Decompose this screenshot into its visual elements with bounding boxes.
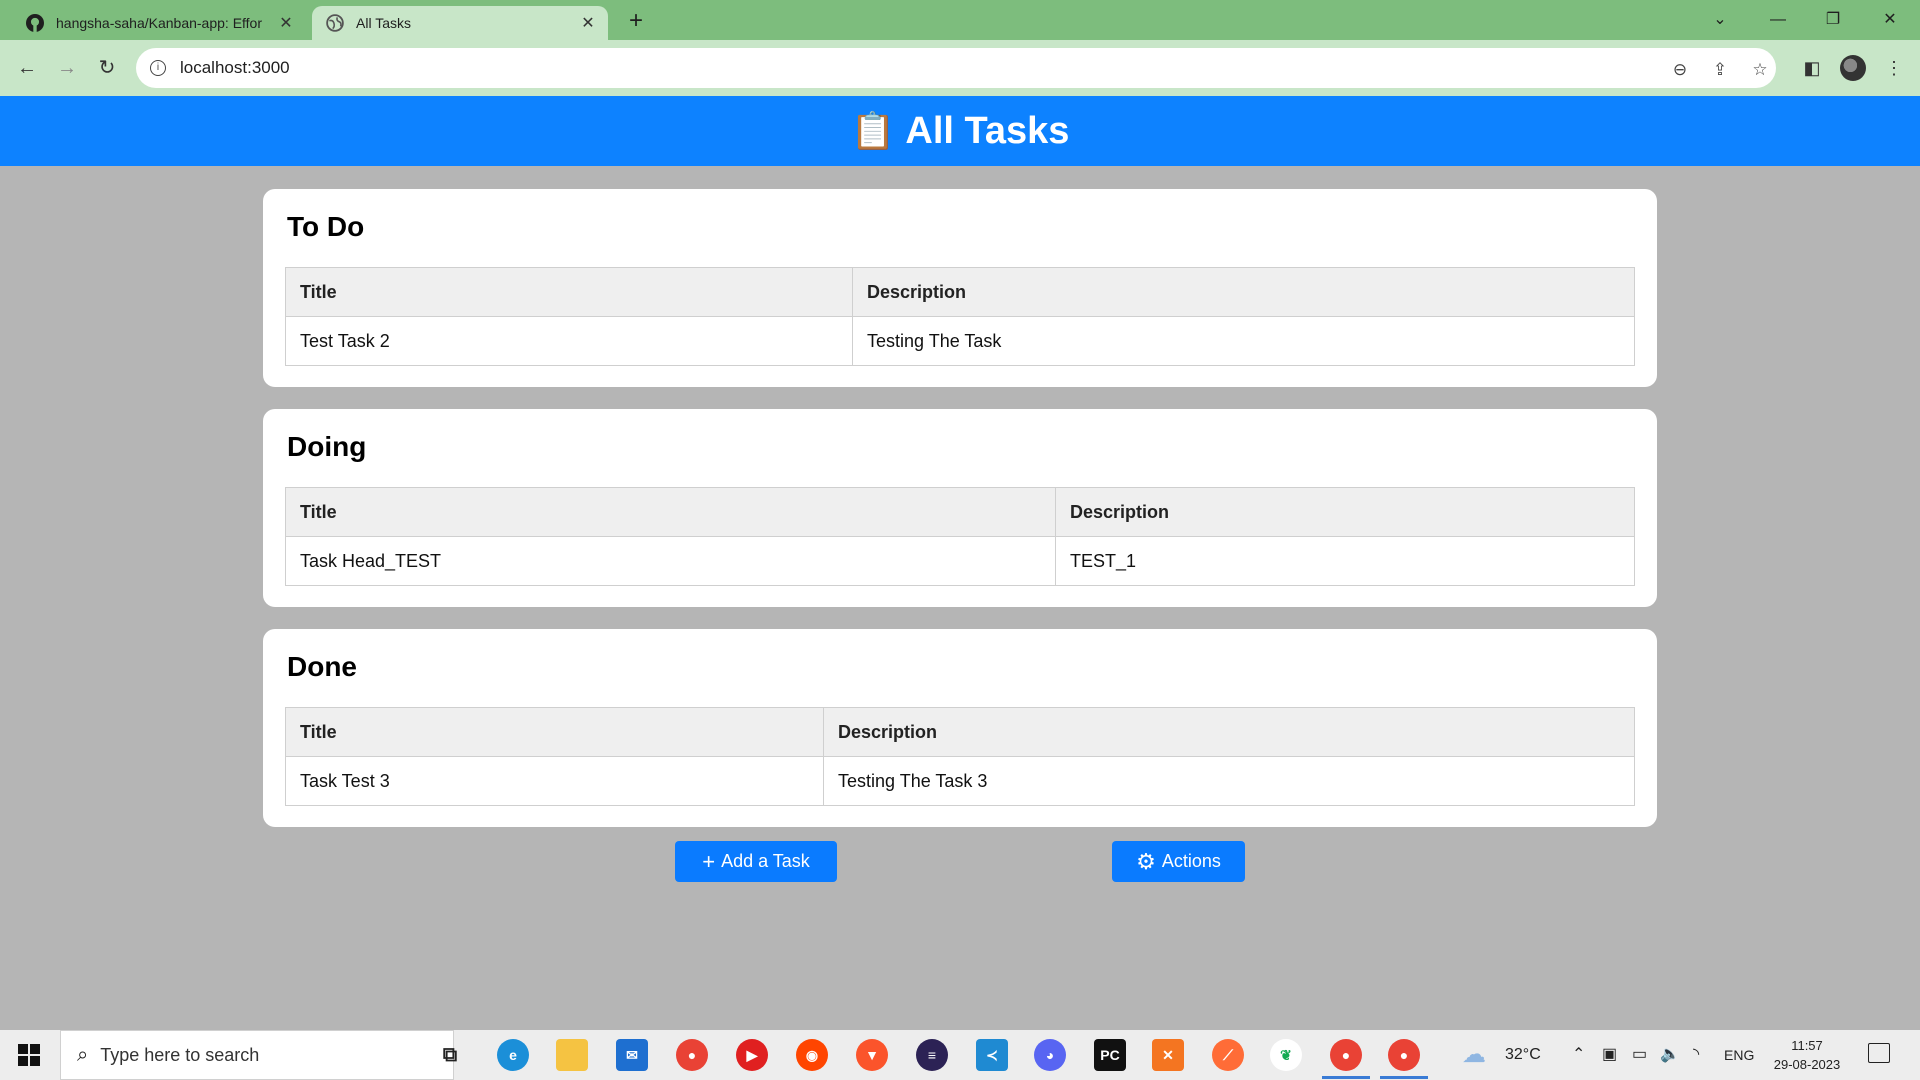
file-explorer-icon[interactable] bbox=[556, 1039, 588, 1071]
table-row: Task Head_TEST TEST_1 bbox=[285, 536, 1635, 586]
table-row: Task Test 3 Testing The Task 3 bbox=[285, 756, 1635, 806]
vscode-icon[interactable]: ≺ bbox=[976, 1039, 1008, 1071]
chrome-active-icon[interactable]: ● bbox=[1388, 1039, 1420, 1071]
section-heading: Done bbox=[287, 651, 357, 682]
tab-title: All Tasks bbox=[356, 15, 411, 31]
mongodb-compass-icon[interactable]: ❦ bbox=[1270, 1039, 1302, 1071]
menu-kebab-icon[interactable]: ⋮ bbox=[1880, 54, 1908, 82]
windows-taskbar: ⌕ Type here to search ⧉ e ✉ ● ▶ ◉ ▼ ≡ ≺ … bbox=[0, 1030, 1920, 1080]
section-done: Done Title Description Task Test 3 Testi… bbox=[263, 629, 1657, 827]
chrome-icon[interactable]: ● bbox=[676, 1039, 708, 1071]
brave-icon[interactable]: ▼ bbox=[856, 1039, 888, 1071]
clock-time: 11:57 bbox=[1791, 1038, 1823, 1053]
clock-date: 29-08-2023 bbox=[1773, 1057, 1841, 1072]
language-indicator[interactable]: ENG bbox=[1724, 1030, 1754, 1080]
forward-arrow-icon[interactable]: → bbox=[53, 54, 81, 82]
eclipse-icon[interactable]: ≡ bbox=[916, 1039, 948, 1071]
add-task-button[interactable]: + Add a Task bbox=[675, 841, 837, 882]
close-icon[interactable]: ✕ bbox=[578, 13, 598, 33]
side-panel-icon[interactable]: ◧ bbox=[1798, 54, 1826, 82]
task-title-cell: Task Test 3 bbox=[285, 756, 824, 806]
chevron-up-icon[interactable]: ⌃ bbox=[1572, 1030, 1585, 1080]
zoom-icon[interactable]: ⊖ bbox=[1666, 56, 1694, 84]
task-title-cell: Task Head_TEST bbox=[285, 536, 1056, 586]
reddit-icon[interactable]: ◉ bbox=[796, 1039, 828, 1071]
column-header-description: Description bbox=[852, 267, 1635, 317]
column-header-title: Title bbox=[285, 487, 1056, 537]
minimize-icon[interactable]: — bbox=[1763, 6, 1793, 34]
task-description-cell: Testing The Task 3 bbox=[823, 756, 1635, 806]
reload-icon[interactable]: ↻ bbox=[93, 54, 121, 82]
gear-icon: ⚙ bbox=[1136, 848, 1156, 874]
browser-toolbar: ← → ↻ i localhost:3000 ⊖ ⇪ ☆ ◧ ⋮ bbox=[0, 40, 1920, 96]
tab-github[interactable]: hangsha-saha/Kanban-app: Effor ✕ bbox=[12, 6, 306, 40]
search-icon: ⌕ bbox=[77, 1043, 89, 1066]
restore-icon[interactable]: ❐ bbox=[1818, 6, 1848, 34]
task-table: Title Description Test Task 2 Testing Th… bbox=[285, 267, 1635, 366]
youtube-music-icon[interactable]: ▶ bbox=[736, 1039, 768, 1071]
postman-icon[interactable]: ⟋ bbox=[1212, 1039, 1244, 1071]
info-icon[interactable]: i bbox=[150, 60, 166, 76]
window-close-icon[interactable]: ✕ bbox=[1875, 6, 1905, 34]
search-placeholder: Type here to search bbox=[100, 1044, 260, 1065]
actions-button[interactable]: ⚙ Actions bbox=[1112, 841, 1245, 882]
task-table: Title Description Task Test 3 Testing Th… bbox=[285, 707, 1635, 806]
section-doing: Doing Title Description Task Head_TEST T… bbox=[263, 409, 1657, 607]
page-title: All Tasks bbox=[905, 109, 1070, 152]
active-app-indicator bbox=[1380, 1076, 1428, 1079]
add-task-label: Add a Task bbox=[721, 851, 810, 871]
task-title-cell: Test Task 2 bbox=[285, 316, 853, 366]
page-header: 📋 All Tasks bbox=[0, 96, 1920, 166]
profile-avatar[interactable] bbox=[1840, 55, 1866, 81]
section-todo: To Do Title Description Test Task 2 Test… bbox=[263, 189, 1657, 387]
github-icon bbox=[26, 14, 44, 32]
table-row: Test Task 2 Testing The Task bbox=[285, 316, 1635, 366]
back-arrow-icon[interactable]: ← bbox=[13, 54, 41, 82]
wifi-icon[interactable]: ◝ bbox=[1693, 1030, 1699, 1080]
column-header-description: Description bbox=[823, 707, 1635, 757]
column-header-description: Description bbox=[1055, 487, 1635, 537]
new-tab-button[interactable]: + bbox=[622, 8, 650, 36]
tab-all-tasks[interactable]: All Tasks ✕ bbox=[312, 6, 608, 40]
tab-bar: hangsha-saha/Kanban-app: Effor ✕ All Tas… bbox=[0, 0, 1920, 40]
volume-icon[interactable]: 🔈 bbox=[1660, 1030, 1680, 1080]
url-text: localhost:3000 bbox=[180, 58, 290, 77]
discord-icon[interactable]: ◕ bbox=[1034, 1039, 1066, 1071]
windows-start-icon[interactable] bbox=[18, 1044, 40, 1066]
column-header-title: Title bbox=[285, 707, 824, 757]
clipboard-icon: 📋 bbox=[850, 110, 896, 151]
column-header-title: Title bbox=[285, 267, 853, 317]
table-header-row: Title Description bbox=[285, 487, 1635, 537]
section-heading: To Do bbox=[287, 211, 365, 242]
battery-icon[interactable]: ▭ bbox=[1632, 1030, 1647, 1080]
address-bar[interactable]: i localhost:3000 ⊖ ⇪ ☆ bbox=[136, 48, 1776, 88]
cloud-icon[interactable]: ☁ bbox=[1462, 1030, 1486, 1080]
table-header-row: Title Description bbox=[285, 707, 1635, 757]
weather-text[interactable]: 32°C bbox=[1505, 1030, 1541, 1080]
system-clock[interactable]: 11:57 29-08-2023 bbox=[1765, 1036, 1849, 1074]
task-view-icon[interactable]: ⧉ bbox=[434, 1039, 466, 1071]
close-icon[interactable]: ✕ bbox=[276, 13, 296, 33]
meet-now-icon[interactable]: ▣ bbox=[1602, 1030, 1617, 1080]
table-header-row: Title Description bbox=[285, 267, 1635, 317]
task-table: Title Description Task Head_TEST TEST_1 bbox=[285, 487, 1635, 586]
taskbar-search-box[interactable]: ⌕ Type here to search bbox=[60, 1030, 454, 1080]
task-description-cell: TEST_1 bbox=[1055, 536, 1635, 586]
actions-label: Actions bbox=[1161, 851, 1221, 871]
edge-icon[interactable]: e bbox=[497, 1039, 529, 1071]
task-description-cell: Testing The Task bbox=[852, 316, 1635, 366]
tab-title: hangsha-saha/Kanban-app: Effor bbox=[56, 15, 263, 31]
chrome-profile-icon[interactable]: ● bbox=[1330, 1039, 1362, 1071]
pycharm-icon[interactable]: PC bbox=[1094, 1039, 1126, 1071]
globe-icon bbox=[326, 14, 344, 32]
mail-icon[interactable]: ✉ bbox=[616, 1039, 648, 1071]
xampp-icon[interactable]: ✕ bbox=[1152, 1039, 1184, 1071]
bookmark-star-icon[interactable]: ☆ bbox=[1746, 56, 1774, 84]
share-icon[interactable]: ⇪ bbox=[1706, 56, 1734, 84]
tab-search-icon[interactable]: ⌄ bbox=[1705, 6, 1735, 34]
notification-icon[interactable] bbox=[1868, 1043, 1890, 1063]
plus-icon: + bbox=[702, 848, 716, 874]
active-app-indicator bbox=[1322, 1076, 1370, 1079]
section-heading: Doing bbox=[287, 431, 367, 462]
